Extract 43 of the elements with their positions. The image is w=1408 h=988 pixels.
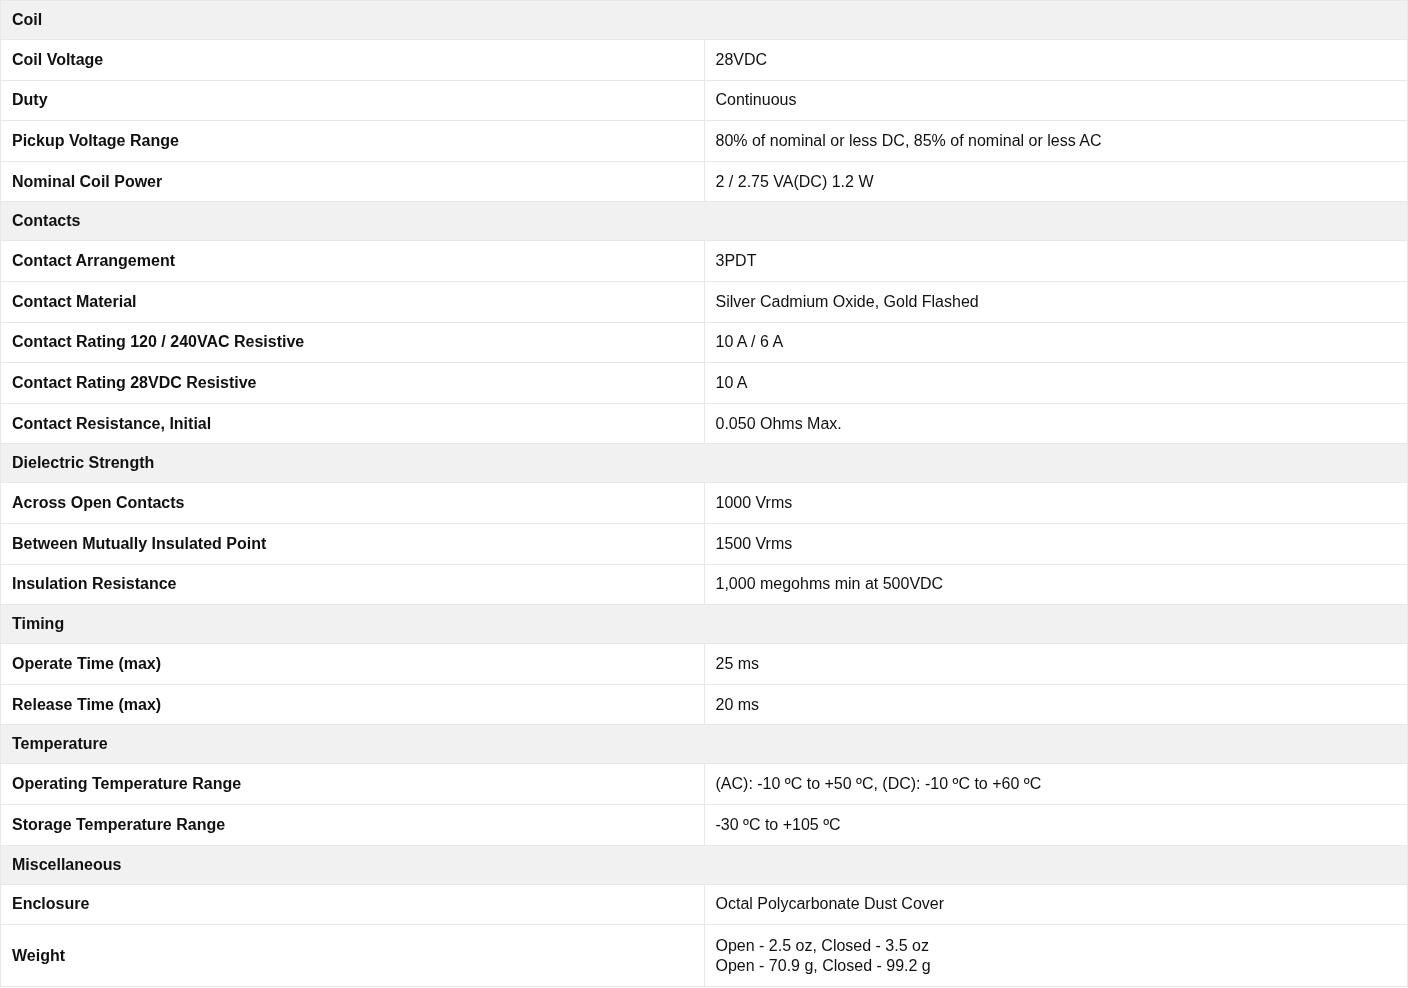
spec-value: Continuous xyxy=(715,91,797,109)
spec-label: Contact Rating 28VDC Resistive xyxy=(12,373,257,391)
spec-value: 10 A / 6 A xyxy=(715,333,784,351)
spec-label: Enclosure xyxy=(12,895,90,913)
spec-label: Pickup Voltage Range xyxy=(12,132,179,149)
spec-value: 2 / 2.75 VA(DC) 1.2 W xyxy=(715,172,874,190)
spec-value: Octal Polycarbonate Dust Cover xyxy=(715,895,945,913)
spec-label: Between Mutually Insulated Point xyxy=(12,534,267,552)
spec-label: Contact Rating 120 / 240VAC Resistive xyxy=(12,333,305,351)
spec-value: 0.050 Ohms Max. xyxy=(715,414,842,432)
spec-label: Storage Temperature Range xyxy=(12,815,226,833)
spec-label: Operating Temperature Range xyxy=(12,775,242,793)
section-heading: Coil xyxy=(12,11,43,28)
spec-label: Insulation Resistance xyxy=(12,575,177,593)
spec-value: Open - 2.5 oz, Closed - 3.5 oz xyxy=(715,935,930,956)
spec-value: Silver Cadmium Oxide, Gold Flashed xyxy=(715,292,979,310)
spec-value: -30 ºC to +105 ºC xyxy=(715,815,841,833)
spec-label: Duty xyxy=(12,91,48,109)
spec-label: Nominal Coil Power xyxy=(12,172,163,190)
spec-value: Open - 70.9 g, Closed - 99.2 g xyxy=(715,955,932,976)
section-heading: Temperature xyxy=(12,735,108,753)
spec-value: 28VDC xyxy=(715,50,768,68)
section-heading: Dielectric Strength xyxy=(12,454,155,472)
spec-label: Across Open Contacts xyxy=(12,494,185,512)
section-heading: Contacts xyxy=(12,212,81,230)
spec-value: 3PDT xyxy=(715,252,757,270)
spec-label: Contact Arrangement xyxy=(12,252,175,270)
spec-value: (AC): -10 ºC to +50 ºC, (DC): -10 ºC to +60 ºC xyxy=(715,775,1042,793)
spec-label: Operate Time (max) xyxy=(12,654,162,672)
spec-label: Coil Voltage xyxy=(12,50,104,68)
spec-value: 1500 Vrms xyxy=(715,534,793,552)
spec-value: 10 A xyxy=(715,373,748,391)
spec-value: 25 ms xyxy=(715,654,760,672)
spec-value: 80% of nominal or less DC, 85% of nominal or less AC xyxy=(715,132,1102,149)
section-heading: Miscellaneous xyxy=(12,855,122,873)
section-heading: Timing xyxy=(12,615,65,633)
spec-label: Weight xyxy=(12,946,66,964)
spec-value: 1000 Vrms xyxy=(715,494,793,512)
spec-label: Contact Resistance, Initial xyxy=(12,414,212,432)
spec-label: Contact Material xyxy=(12,292,137,310)
spec-value: 1,000 megohms min at 500VDC xyxy=(715,575,944,593)
spec-value: 20 ms xyxy=(715,695,760,713)
spec-label: Release Time (max) xyxy=(12,695,162,713)
